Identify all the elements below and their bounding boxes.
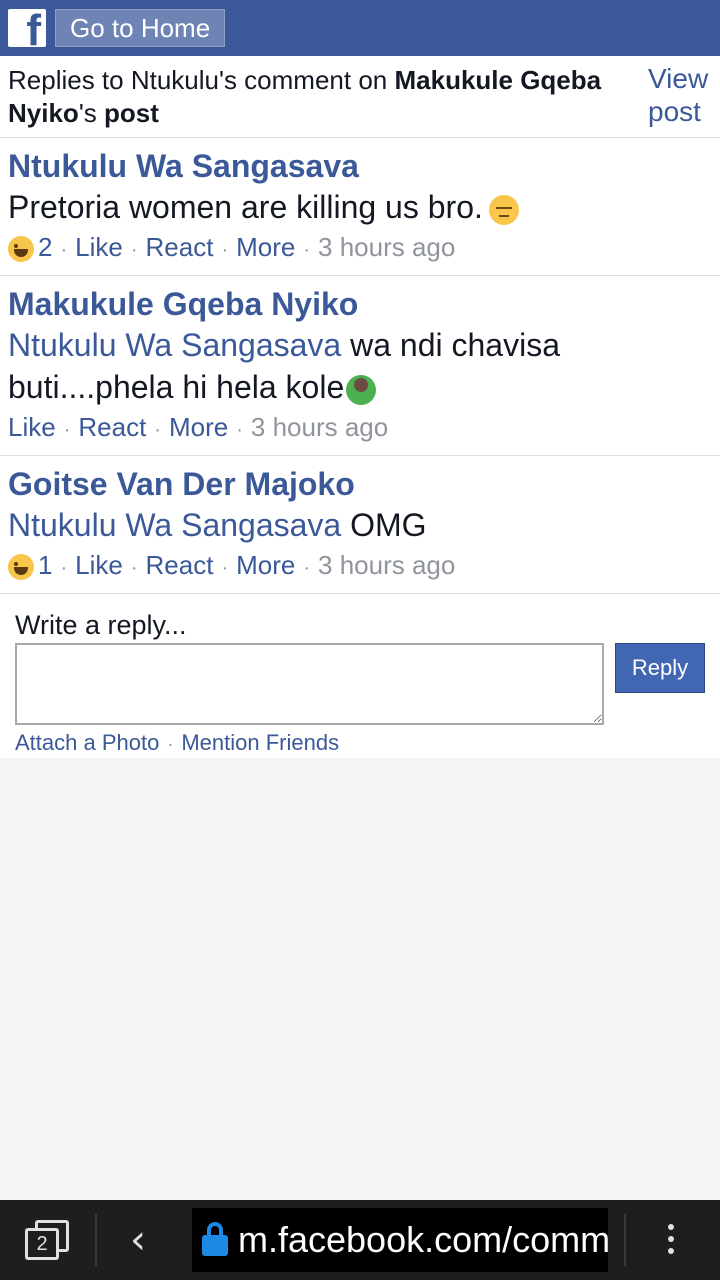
mention-link[interactable]: Ntukulu Wa Sangasava (8, 507, 341, 543)
mention-friends-link[interactable]: Mention Friends (181, 730, 339, 755)
comment-item: Ntukulu Wa Sangasava Pretoria women are … (0, 138, 720, 276)
comment-timestamp: 3 hours ago (318, 550, 456, 580)
reply-composer: Write a reply... Reply Attach a Photo · Me… (0, 594, 720, 758)
comment-author[interactable]: Ntukulu Wa Sangasava (8, 138, 712, 186)
comment-body: OMG (341, 507, 427, 543)
comment-text: Ntukulu Wa Sangasava OMG (8, 504, 712, 546)
more-link[interactable]: More (169, 412, 228, 442)
comment-text: Pretoria women are killing us bro. (8, 186, 712, 228)
lock-body (202, 1235, 228, 1256)
reply-button[interactable]: Reply (615, 643, 705, 693)
toolbar-divider (624, 1214, 626, 1266)
replies-header: Replies to Ntukulu's comment on Makukule… (0, 56, 720, 138)
view-post-link[interactable]: View post (648, 62, 718, 128)
facebook-logo-letter: f (26, 9, 41, 47)
haha-reaction-icon[interactable] (8, 554, 34, 581)
comment-author[interactable]: Makukule Gqeba Nyiko (8, 276, 712, 324)
pensive-face-icon (488, 194, 519, 225)
browser-toolbar: 2 ‹ m.facebook.com/comment/replies (0, 1200, 720, 1280)
facebook-logo-icon[interactable]: f (8, 9, 46, 47)
reaction-count[interactable]: 1 (38, 550, 52, 580)
reply-links: Attach a Photo · Mention Friends (15, 728, 339, 759)
haha-reaction-icon[interactable] (8, 236, 34, 263)
react-link[interactable]: React (146, 550, 214, 580)
toolbar-divider (95, 1214, 97, 1266)
like-link[interactable]: Like (75, 550, 123, 580)
header-prefix: Replies to Ntukulu's comment on (8, 65, 395, 95)
comment-item: Makukule Gqeba Nyiko Ntukulu Wa Sangasav… (0, 276, 720, 456)
separator-dot: · (60, 239, 68, 261)
url-text: m.facebook.com/comment/replies (238, 1219, 608, 1260)
separator-dot: · (130, 557, 138, 579)
comment-actions: 2 · Like · React · More · 3 hours ago (8, 228, 712, 275)
more-link[interactable]: More (236, 550, 295, 580)
react-link[interactable]: React (78, 412, 146, 442)
separator-dot: · (236, 419, 243, 441)
comment-actions: 1 · Like · React · More · 3 hours ago (8, 546, 712, 593)
reply-label: Write a reply... (15, 610, 187, 640)
reply-input[interactable] (15, 643, 604, 725)
mention-link[interactable]: Ntukulu Wa Sangasava (8, 327, 341, 363)
more-link[interactable]: More (236, 232, 295, 262)
comment-actions: Like · React · More · 3 hours ago (8, 408, 712, 455)
back-arrow-icon[interactable]: ‹ (130, 1216, 146, 1264)
separator-dot: · (303, 557, 311, 579)
separator-dot: · (63, 419, 71, 441)
attach-photo-link[interactable]: Attach a Photo (15, 730, 159, 755)
comment-body: Pretoria women are killing us bro. (8, 189, 483, 225)
url-bar[interactable]: m.facebook.com/comment/replies (192, 1208, 608, 1272)
person-gesturing-ok-icon (346, 374, 377, 405)
post-word[interactable]: post (104, 98, 159, 128)
replies-content: Replies to Ntukulu's comment on Makukule… (0, 56, 720, 758)
comment-text: Ntukulu Wa Sangasava wa ndi chavisa buti… (8, 324, 712, 408)
like-link[interactable]: Like (75, 232, 123, 262)
top-bar: f Go to Home (0, 0, 720, 56)
header-possessive: 's (78, 98, 104, 128)
replies-header-title: Replies to Ntukulu's comment on Makukule… (8, 64, 608, 130)
lock-icon (202, 1222, 228, 1256)
separator-dot: · (154, 419, 161, 441)
overflow-menu-icon[interactable] (668, 1224, 676, 1258)
separator-dot: · (221, 239, 229, 261)
separator-dot: · (130, 239, 138, 261)
comment-author[interactable]: Goitse Van Der Majoko (8, 456, 712, 504)
tab-count: 2 (25, 1228, 59, 1260)
like-link[interactable]: Like (8, 412, 56, 442)
separator-dot: · (167, 734, 174, 754)
comment-timestamp: 3 hours ago (250, 412, 389, 442)
comment-item: Goitse Van Der Majoko Ntukulu Wa Sangasa… (0, 456, 720, 594)
separator-dot: · (60, 557, 68, 579)
tabs-icon[interactable]: 2 (25, 1220, 69, 1260)
comment-timestamp: 3 hours ago (318, 232, 456, 262)
separator-dot: · (221, 557, 229, 579)
react-link[interactable]: React (146, 232, 214, 262)
reaction-count[interactable]: 2 (38, 232, 52, 262)
go-to-home-button[interactable]: Go to Home (55, 9, 225, 47)
separator-dot: · (303, 239, 311, 261)
